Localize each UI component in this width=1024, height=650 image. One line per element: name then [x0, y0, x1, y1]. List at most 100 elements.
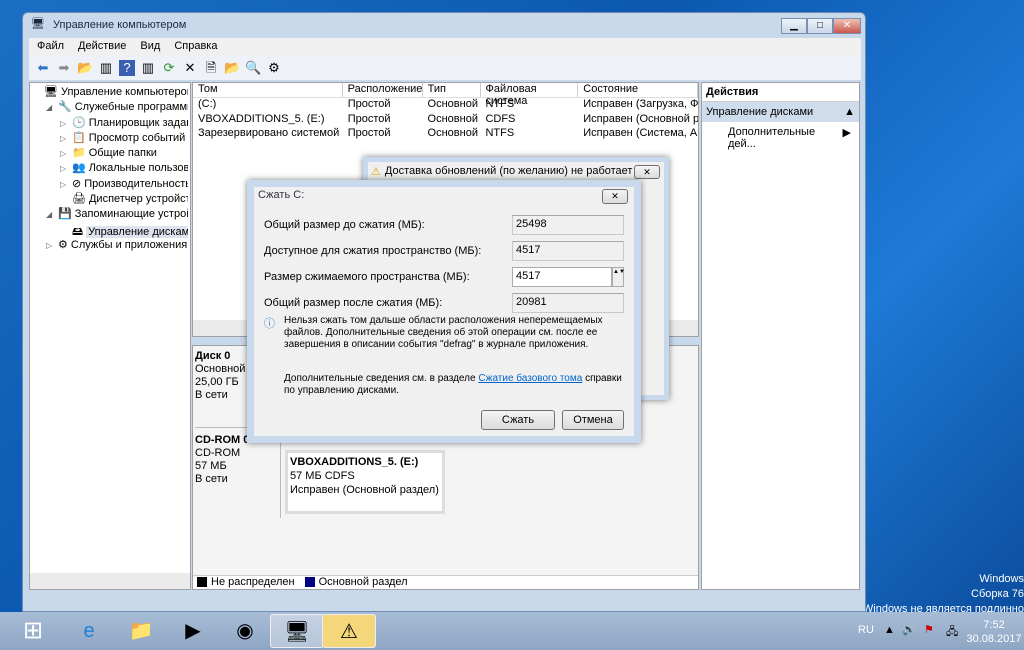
tree-node-icon: ⊘	[72, 177, 82, 190]
back-icon[interactable]: ⬅	[35, 60, 51, 76]
field-label: Общий размер после сжатия (МБ):	[264, 297, 443, 309]
warning-task[interactable]: ⚠	[322, 614, 376, 648]
table-cell: VBOXADDITIONS_5. (E:)	[198, 112, 325, 125]
tree-item[interactable]: ▷ ⚙ Службы и приложения	[32, 238, 188, 253]
tree-node-icon: 💾	[58, 208, 72, 221]
tree-item[interactable]: ◢ 🔧 Служебные программы	[32, 100, 188, 115]
delete-icon[interactable]: ✕	[182, 60, 198, 76]
tree-item[interactable]: ▷👥Локальные пользовате	[32, 161, 188, 176]
table-cell: Основной	[427, 98, 478, 110]
tree-item[interactable]: ◢💾Запоминающие устройст	[32, 207, 188, 222]
tree-item[interactable]: 🖴 Управление дисками	[32, 223, 188, 238]
cdrom-partition[interactable]: VBOXADDITIONS_5. (E:) 57 МБ CDFS Исправен …	[285, 450, 445, 514]
table-cell: Исправен (Загрузка, Фай	[583, 98, 699, 110]
action-center-flag-icon[interactable]: ⚑	[924, 623, 934, 636]
watermark-line: Сборка 76	[971, 588, 1024, 600]
maximize-button[interactable]: □	[807, 18, 833, 34]
actions-pane: Действия Управление дисками ▲ Дополнитель…	[701, 82, 860, 590]
actions-section[interactable]: Управление дисками ▲	[702, 102, 859, 122]
column-header[interactable]: Расположение	[343, 83, 423, 97]
help-icon[interactable]: ?	[119, 60, 135, 76]
table-row[interactable]: (C:) Простой Основной NTFS Исправен (Загрузк…	[193, 98, 698, 113]
desktop-watermark: Windows Сборка 76 ия Windows не является…	[848, 572, 1024, 617]
settings-icon[interactable]: ⚙	[266, 60, 282, 76]
spinner-buttons[interactable]: ▲▼	[612, 267, 625, 287]
cancel-button[interactable]: Отмена	[562, 410, 624, 430]
expand-arrow-icon[interactable]: ◢	[46, 210, 58, 219]
tree-item[interactable]: ▷🕒Планировщик заданий	[32, 116, 188, 131]
warning-icon: ⚠	[371, 166, 381, 178]
tree-horizontal-scrollbar[interactable]	[30, 573, 190, 589]
show-hide-action-pane-icon[interactable]: ▥	[140, 60, 156, 76]
value-text: 25498	[516, 218, 547, 230]
column-header[interactable]: Том	[193, 83, 343, 97]
tree-item[interactable]: 🖥Управление компьютером (л	[32, 85, 188, 100]
open-icon[interactable]: 📂	[224, 60, 240, 76]
tree-node-icon: 🕒	[72, 116, 86, 129]
tree-node-icon: 🖥	[44, 86, 58, 98]
column-header[interactable]: Файловая система	[481, 83, 579, 107]
menu-item[interactable]: Файл	[37, 40, 64, 54]
start-button[interactable]: ⊞	[6, 614, 60, 648]
clock-date: 30.08.2017	[966, 633, 1022, 645]
disk-name: Диск 0	[195, 350, 231, 362]
table-cell: Исправен (Основной раз	[583, 112, 699, 125]
search-icon[interactable]: 🔍	[245, 60, 261, 76]
media-player-icon[interactable]: ▶	[166, 614, 220, 648]
shrink-help-link[interactable]: Сжатие базового тома	[478, 373, 582, 384]
expand-arrow-icon[interactable]: ▷	[60, 119, 72, 128]
expand-arrow-icon[interactable]: ▷	[60, 149, 72, 158]
explorer-icon[interactable]: 📁	[114, 614, 168, 648]
menu-item[interactable]: Действие	[78, 40, 126, 54]
volume-icon[interactable]: 🔊	[902, 623, 916, 636]
properties-icon[interactable]: 🗎	[203, 60, 219, 76]
minimize-button[interactable]: ▁	[781, 18, 807, 34]
forward-icon[interactable]: ➡	[56, 60, 72, 76]
tree-item[interactable]: ▷ ⊘ Производительность	[32, 177, 188, 192]
menu-item[interactable]: Вид	[140, 40, 160, 54]
expand-arrow-icon[interactable]: ▷	[60, 180, 72, 189]
chrome-icon[interactable]: ◉	[218, 614, 272, 648]
tree-item[interactable]: 🖨 Диспетчер устройств	[32, 192, 188, 207]
up-folder-icon[interactable]: 📂	[77, 60, 93, 76]
legend-label: Основной раздел	[318, 576, 408, 588]
network-icon[interactable]: 🖧	[946, 623, 958, 642]
table-cell: Основной	[427, 127, 478, 139]
tree-item[interactable]: ▷ 📋 Просмотр событий	[32, 131, 188, 146]
taskbar: ⊞ e 📁 ▶ ◉ 🖥 ⚠ RU ▲ 🔊 ⚑ 🖧 7:52 30.08.2017	[0, 612, 1024, 650]
expand-arrow-icon[interactable]: ▷	[46, 241, 58, 250]
dialog-close-button[interactable]: ✕	[602, 189, 628, 204]
show-hidden-icons[interactable]: ▲	[884, 624, 895, 636]
tree-label: Локальные пользовате	[88, 162, 188, 175]
computer-management-task[interactable]: 🖥	[270, 614, 324, 648]
tree-node-icon: 📋	[72, 131, 86, 144]
more-info-text: Дополнительные сведения см. в разделе	[284, 373, 479, 384]
language-indicator[interactable]: RU	[858, 624, 874, 636]
table-row[interactable]: Зарезервировано системой Простой Основной N…	[193, 127, 698, 142]
show-hide-tree-icon[interactable]: ▥	[98, 60, 114, 76]
ie-icon[interactable]: e	[62, 614, 116, 648]
legend-swatch	[197, 577, 207, 587]
notice-close-button[interactable]: ✕	[634, 165, 660, 179]
expand-arrow-icon[interactable]: ▷	[60, 164, 72, 173]
table-row[interactable]: VBOXADDITIONS_5. (E:) Простой Основной CDFS…	[193, 113, 698, 128]
info-text: Нельзя сжать том дальше области располож…	[284, 315, 603, 350]
tree-item[interactable]: ▷ 📁 Общие папки	[32, 146, 188, 161]
more-actions-item[interactable]: Дополнительные дей... ▶	[702, 122, 859, 154]
column-header[interactable]: Тип	[423, 83, 481, 97]
expand-arrow-icon[interactable]: ◢	[46, 103, 58, 112]
shrink-amount-input[interactable]: 4517	[512, 267, 612, 287]
shrink-button[interactable]: Сжать	[481, 410, 555, 430]
value-text: 4517	[516, 244, 541, 256]
more-actions-label: Дополнительные дей...	[728, 126, 816, 150]
tree-node-icon: ⚙	[58, 238, 68, 251]
tree-node-icon: 🖴	[72, 225, 84, 238]
cdrom-info[interactable]: CD-ROM 0 CD-ROM 57 МБ В сети	[195, 434, 281, 518]
refresh-icon[interactable]: ⟳	[161, 60, 177, 76]
column-header[interactable]: Состояние	[578, 83, 698, 97]
tree-node-icon: 📁	[72, 147, 86, 160]
expand-arrow-icon[interactable]: ▷	[60, 134, 72, 143]
menu-item[interactable]: Справка	[174, 40, 217, 54]
close-button[interactable]: ✕	[833, 18, 861, 34]
clock[interactable]: 7:52 30.08.2017	[966, 618, 1022, 646]
